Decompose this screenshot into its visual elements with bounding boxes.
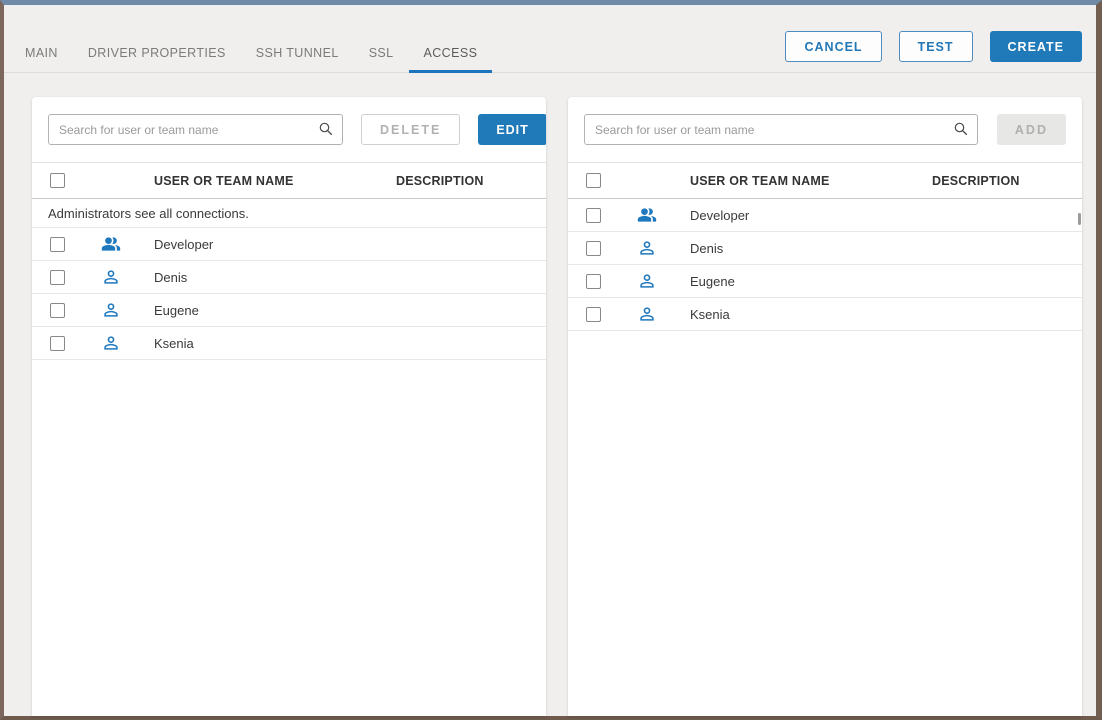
table-row[interactable]: Developer bbox=[568, 199, 1082, 232]
description-column-header: DESCRIPTION bbox=[932, 174, 1082, 188]
table-row[interactable]: Eugene bbox=[32, 294, 546, 327]
table-row[interactable]: Denis bbox=[32, 261, 546, 294]
edit-button[interactable]: EDIT bbox=[478, 114, 546, 145]
row-checkbox[interactable] bbox=[50, 270, 65, 285]
row-checkbox[interactable] bbox=[50, 303, 65, 318]
row-checkbox[interactable] bbox=[586, 208, 601, 223]
left-toolbar: DELETE EDIT bbox=[32, 97, 546, 162]
delete-button[interactable]: DELETE bbox=[361, 114, 460, 145]
select-all-checkbox[interactable] bbox=[50, 173, 65, 188]
admin-notice-row: Administrators see all connections. bbox=[32, 199, 546, 228]
table-row[interactable]: Ksenia bbox=[32, 327, 546, 360]
select-all-checkbox[interactable] bbox=[586, 173, 601, 188]
table-row[interactable]: Denis bbox=[568, 232, 1082, 265]
table-row[interactable]: Eugene bbox=[568, 265, 1082, 298]
row-name: Denis bbox=[672, 241, 932, 256]
test-button[interactable]: TEST bbox=[899, 31, 973, 62]
scrollbar-thumb[interactable] bbox=[1078, 213, 1081, 225]
table-row[interactable]: Ksenia bbox=[568, 298, 1082, 331]
row-name: Eugene bbox=[672, 274, 932, 289]
add-button[interactable]: ADD bbox=[997, 114, 1066, 145]
row-checkbox[interactable] bbox=[586, 241, 601, 256]
table-row[interactable]: Developer bbox=[32, 228, 546, 261]
create-button[interactable]: CREATE bbox=[990, 31, 1082, 62]
name-column-header: USER OR TEAM NAME bbox=[136, 174, 396, 188]
row-checkbox[interactable] bbox=[586, 274, 601, 289]
tab-ssl[interactable]: SSL bbox=[354, 46, 409, 72]
admin-notice-text: Administrators see all connections. bbox=[48, 206, 249, 221]
row-name: Ksenia bbox=[672, 307, 932, 322]
right-toolbar: ADD bbox=[568, 97, 1082, 162]
row-name: Ksenia bbox=[136, 336, 396, 351]
row-name: Developer bbox=[136, 237, 396, 252]
cancel-button[interactable]: CANCEL bbox=[785, 31, 881, 62]
user-icon bbox=[637, 304, 657, 324]
row-name: Eugene bbox=[136, 303, 396, 318]
access-content: DELETE EDIT USER OR TEAM NAME DESCRIPTIO… bbox=[4, 73, 1096, 716]
tab-main[interactable]: MAIN bbox=[10, 46, 73, 72]
user-icon bbox=[101, 333, 121, 353]
row-checkbox[interactable] bbox=[50, 237, 65, 252]
available-access-panel: ADD USER OR TEAM NAME DESCRIPTION Develo… bbox=[568, 97, 1082, 716]
dialog-actions: CANCEL TEST CREATE bbox=[785, 31, 1082, 62]
row-name: Developer bbox=[672, 208, 932, 223]
user-icon bbox=[637, 238, 657, 258]
team-icon bbox=[101, 234, 121, 254]
right-table-header: USER OR TEAM NAME DESCRIPTION bbox=[568, 162, 1082, 199]
tab-ssh-tunnel[interactable]: SSH TUNNEL bbox=[241, 46, 354, 72]
user-icon bbox=[637, 271, 657, 291]
description-column-header: DESCRIPTION bbox=[396, 174, 546, 188]
row-checkbox[interactable] bbox=[586, 307, 601, 322]
tab-bar: MAIN DRIVER PROPERTIES SSH TUNNEL SSL AC… bbox=[4, 5, 1096, 73]
left-table-header: USER OR TEAM NAME DESCRIPTION bbox=[32, 162, 546, 199]
user-icon bbox=[101, 267, 121, 287]
right-search-input[interactable] bbox=[584, 114, 978, 145]
team-icon bbox=[637, 205, 657, 225]
tab-access[interactable]: ACCESS bbox=[409, 46, 493, 72]
left-search-input[interactable] bbox=[48, 114, 343, 145]
name-column-header: USER OR TEAM NAME bbox=[672, 174, 932, 188]
row-checkbox[interactable] bbox=[50, 336, 65, 351]
granted-access-panel: DELETE EDIT USER OR TEAM NAME DESCRIPTIO… bbox=[32, 97, 546, 716]
row-name: Denis bbox=[136, 270, 396, 285]
user-icon bbox=[101, 300, 121, 320]
tab-driver-properties[interactable]: DRIVER PROPERTIES bbox=[73, 46, 241, 72]
